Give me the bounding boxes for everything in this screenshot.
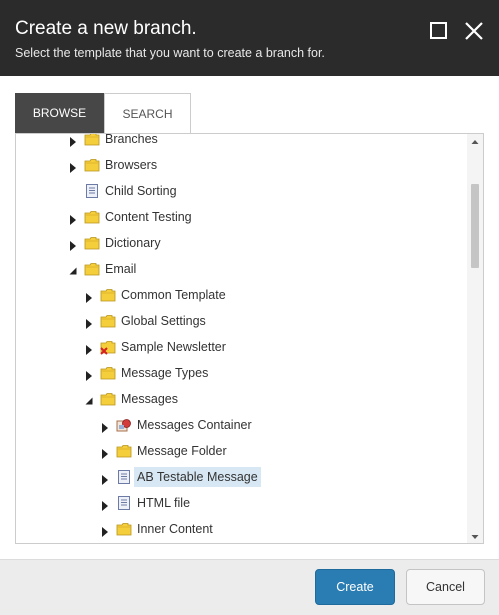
close-button[interactable] [463,20,485,42]
expand-arrow-icon[interactable] [100,523,110,537]
tree-node[interactable]: Content Testing [16,204,468,230]
tree-node-label[interactable]: Message Folder [134,441,230,461]
folder-icon [84,209,100,225]
folder-icon [100,287,116,303]
tree-node-label[interactable]: Messages [118,389,181,409]
tab-browse[interactable]: BROWSE [15,93,104,133]
tree-node-label[interactable]: Dictionary [102,233,164,253]
tree-node[interactable]: Messages [16,386,468,412]
expand-arrow-icon[interactable] [84,315,94,329]
tree-node[interactable]: Global Settings [16,308,468,334]
folder-icon [100,391,116,407]
tree-node[interactable]: Dictionary [16,230,468,256]
tree-node[interactable]: Email [16,256,468,282]
document-icon [116,495,132,511]
tree-node[interactable]: Inner Content [16,516,468,542]
expand-arrow-icon[interactable] [68,237,78,251]
collapse-arrow-icon[interactable] [68,263,78,275]
expand-arrow-icon[interactable] [100,445,110,459]
folder-error-icon [100,339,116,355]
tree-node[interactable]: Common Template [16,282,468,308]
dialog-title: Create a new branch. [15,18,197,39]
expand-arrow-icon[interactable] [84,341,94,355]
folder-icon [100,365,116,381]
tree-node-label[interactable]: Email [102,259,139,279]
tree-node-label[interactable]: Common Template [118,285,229,305]
tree-node[interactable]: AB Testable Message [16,464,468,490]
document-icon [116,469,132,485]
tree-node[interactable]: HTML file [16,490,468,516]
messages-container-icon [116,417,132,433]
dialog-footer: Create Cancel [0,559,499,615]
tree-node-label[interactable]: Browsers [102,155,160,175]
close-icon [465,22,483,40]
tree-node[interactable]: Sample Newsletter [16,334,468,360]
expand-arrow-icon[interactable] [84,289,94,303]
folder-icon [84,157,100,173]
tree-node-label[interactable]: Message Types [118,363,211,383]
tree-node-label[interactable]: Messages Container [134,415,255,435]
tree-node-label[interactable]: Child Sorting [102,181,180,201]
scroll-up-icon [471,140,479,144]
maximize-button[interactable] [428,20,450,42]
tree-node[interactable]: Messages Container [16,412,468,438]
expand-arrow-icon[interactable] [100,471,110,485]
dialog-subtitle: Select the template that you want to cre… [15,46,325,60]
expand-arrow-icon[interactable] [100,419,110,433]
tree-node-label[interactable]: Branches [102,134,161,149]
tree-rows: Branches Browsers Child Sorting Content Tes… [16,134,468,542]
tree-node[interactable]: Message Types [16,360,468,386]
template-tree[interactable]: Branches Browsers Child Sorting Content Tes… [15,133,484,544]
expand-arrow-icon[interactable] [100,497,110,511]
maximize-icon [430,22,447,39]
tree-node[interactable]: Browsers [16,152,468,178]
expand-arrow-icon[interactable] [68,159,78,173]
dialog-header: Create a new branch. Select the template… [0,0,499,76]
scroll-down-arrow[interactable] [467,529,483,543]
document-icon [84,183,100,199]
folder-icon [84,235,100,251]
folder-icon [116,521,132,537]
tree-node-label[interactable]: HTML file [134,493,193,513]
folder-icon [100,313,116,329]
scroll-up-arrow[interactable] [467,134,483,148]
create-button[interactable]: Create [315,569,395,605]
tree-node-label[interactable]: Inner Content [134,519,216,539]
expand-arrow-icon[interactable] [84,367,94,381]
expand-arrow-icon[interactable] [68,211,78,225]
folder-icon [116,443,132,459]
expand-arrow-icon[interactable] [68,134,78,147]
folder-icon [84,134,100,147]
tab-search[interactable]: SEARCH [104,93,191,133]
tree-node[interactable]: Child Sorting [16,178,468,204]
dialog-content: BROWSE SEARCH Branches Browsers Child Sort… [0,76,499,559]
tree-node-label[interactable]: Sample Newsletter [118,337,229,357]
collapse-arrow-icon[interactable] [84,393,94,405]
tree-node-label[interactable]: AB Testable Message [134,467,261,487]
tree-node[interactable]: Message Folder [16,438,468,464]
scrollbar-thumb[interactable] [471,184,479,268]
vertical-scrollbar[interactable] [467,134,483,543]
tree-node-label[interactable]: Content Testing [102,207,195,227]
tree-node[interactable]: Branches [16,134,468,152]
scroll-down-icon [471,535,479,539]
tree-node-label[interactable]: Global Settings [118,311,209,331]
cancel-button[interactable]: Cancel [406,569,485,605]
folder-icon [84,261,100,277]
